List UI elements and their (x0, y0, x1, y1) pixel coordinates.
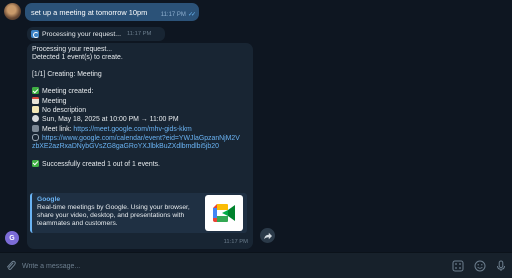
user-avatar[interactable] (4, 3, 21, 20)
link-preview[interactable]: Google Real-time meetings by Google. Usi… (30, 193, 247, 233)
response-line-calendar-link: https://www.google.com/calendar/event?ei… (32, 133, 248, 152)
outgoing-message[interactable]: set up a meeting at tomorrow 10pm 11:17 … (25, 3, 199, 21)
video-camera-icon (32, 124, 39, 132)
clock-icon (32, 115, 39, 123)
bot-commands-icon[interactable] (452, 260, 464, 272)
response-line-processing: Processing your request... (32, 46, 113, 53)
memo-icon (32, 106, 39, 114)
bot-response-message[interactable]: Processing your request... Detected 1 ev… (27, 43, 253, 249)
status-message[interactable]: Processing your request... 11:17 PM (27, 27, 165, 41)
response-line-detected: Detected 1 event(s) to create. (32, 54, 123, 62)
read-checkmarks-icon: ✓✓ (187, 12, 196, 18)
outgoing-message-meta: 11:17 PM ✓✓ (160, 11, 196, 18)
forward-button[interactable] (260, 228, 275, 243)
check-icon (32, 159, 39, 167)
response-line-meet: Meet link: https://meet.google.com/mhv-g… (32, 124, 248, 134)
message-input[interactable] (22, 258, 442, 274)
microphone-icon[interactable] (495, 260, 507, 272)
response-line-summary: Successfully created 1 out of 1 events. (32, 159, 248, 169)
status-message-text: Processing your request... (42, 30, 121, 38)
outgoing-message-time: 11:17 PM (160, 12, 186, 18)
bot-avatar[interactable]: G (5, 231, 19, 245)
google-meet-thumbnail[interactable] (205, 195, 243, 231)
meet-link[interactable]: https://meet.google.com/mhv-gids-kkm (73, 126, 191, 133)
link-preview-description: Real-time meetings by Google. Using your… (37, 204, 190, 227)
paperclip-icon[interactable] (5, 260, 17, 272)
google-meet-logo-icon (213, 204, 235, 222)
emoji-icon[interactable] (474, 260, 486, 272)
message-composer (0, 252, 512, 278)
calendar-event-link[interactable]: https://www.google.com/calendar/event?ei… (32, 133, 242, 152)
sync-icon (31, 30, 39, 38)
chat-history: set up a meeting at tomorrow 10pm 11:17 … (0, 0, 512, 252)
forward-arrow-icon (263, 232, 272, 239)
calendar-icon (32, 96, 39, 104)
response-time: 11:17 PM (223, 238, 248, 245)
response-line-description: No description (32, 106, 248, 115)
response-line-creating: [1/1] Creating: Meeting (32, 70, 102, 78)
response-line-title: Meeting (32, 96, 248, 106)
response-line-datetime: Sun, May 18, 2025 at 10:00 PM → 11:00 PM (32, 115, 248, 124)
response-line-created: Meeting created: (32, 87, 248, 96)
status-message-time: 11:17 PM (126, 31, 152, 37)
outgoing-message-text: set up a meeting at tomorrow 10pm (31, 8, 148, 17)
check-icon (32, 87, 39, 95)
link-icon (32, 133, 39, 141)
